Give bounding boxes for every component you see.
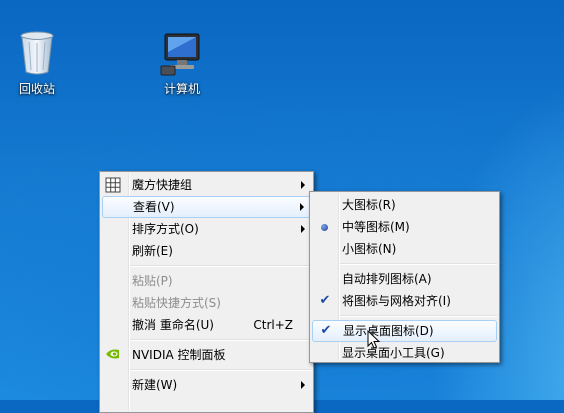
- menu-item-new[interactable]: 新建(W): [100, 374, 313, 396]
- menu-item-view[interactable]: 查看(V): [102, 196, 311, 218]
- desktop-context-menu: 魔方快捷组 查看(V) 排序方式(O) 刷新(E) 粘贴(P) 粘贴快捷方式(S…: [99, 171, 314, 413]
- menu-item-label: 中等图标(M): [342, 220, 410, 234]
- nvidia-icon: [106, 349, 119, 359]
- menu-item-label: 小图标(N): [342, 242, 397, 256]
- menu-item-label: 显示桌面小工具(G): [342, 346, 445, 360]
- desktop-icon-computer[interactable]: 计算机: [145, 30, 219, 97]
- menu-item-show-desktop-icons[interactable]: ✔ 显示桌面图标(D): [312, 320, 497, 342]
- menu-separator: [340, 315, 497, 317]
- menu-item-label: 新建(W): [132, 378, 178, 392]
- menu-item-label: 查看(V): [133, 200, 175, 214]
- menu-item-refresh[interactable]: 刷新(E): [100, 240, 313, 262]
- menu-item-mofang[interactable]: 魔方快捷组: [100, 174, 313, 196]
- view-submenu: 大图标(R) 中等图标(M) 小图标(N) 自动排列图标(A) ✔ 将图标与网格…: [309, 191, 500, 363]
- menu-item-align-to-grid[interactable]: ✔ 将图标与网格对齐(I): [310, 290, 499, 312]
- menu-item-label: 将图标与网格对齐(I): [342, 294, 451, 308]
- checkmark-icon: ✔: [320, 323, 332, 338]
- menu-item-label: 魔方快捷组: [132, 178, 193, 192]
- submenu-arrow-icon: [301, 381, 305, 389]
- menu-item-label: 大图标(R): [342, 198, 396, 212]
- menu-item-label: 撤消 重命名(U): [132, 318, 214, 332]
- submenu-arrow-icon: [301, 181, 305, 189]
- recycle-bin-icon: [20, 31, 54, 75]
- menu-item-paste: 粘贴(P): [100, 270, 313, 292]
- menu-item-label: NVIDIA 控制面板: [132, 348, 226, 362]
- menu-separator: [340, 263, 497, 265]
- menu-item-paste-shortcut: 粘贴快捷方式(S): [100, 292, 313, 314]
- menu-item-auto-arrange[interactable]: 自动排列图标(A): [310, 268, 499, 290]
- desktop-icon-recycle-bin[interactable]: 回收站: [0, 30, 74, 97]
- computer-icon: [160, 33, 200, 76]
- menu-item-label: 粘贴快捷方式(S): [132, 296, 221, 310]
- menu-item-label: 刷新(E): [132, 244, 173, 258]
- menu-item-label: 自动排列图标(A): [342, 272, 432, 286]
- menu-item-small-icons[interactable]: 小图标(N): [310, 238, 499, 260]
- desktop-icon-label: 计算机: [163, 82, 200, 96]
- menu-separator: [130, 339, 311, 341]
- submenu-arrow-icon: [300, 203, 304, 211]
- submenu-arrow-icon: [301, 225, 305, 233]
- menu-separator: [130, 265, 311, 267]
- menu-item-sort-by[interactable]: 排序方式(O): [100, 218, 313, 240]
- menu-item-shortcut: Ctrl+Z: [253, 318, 293, 332]
- menu-item-label: 排序方式(O): [132, 222, 199, 236]
- menu-item-label: 粘贴(P): [132, 274, 173, 288]
- menu-item-label: 显示桌面图标(D): [343, 324, 434, 338]
- menu-separator: [130, 369, 311, 371]
- menu-item-medium-icons[interactable]: 中等图标(M): [310, 216, 499, 238]
- grid-icon: [105, 177, 121, 193]
- mouse-cursor-icon: [367, 330, 381, 349]
- menu-item-show-desktop-gadgets[interactable]: 显示桌面小工具(G): [310, 342, 499, 364]
- menu-item-nvidia-control-panel[interactable]: NVIDIA 控制面板: [100, 344, 313, 366]
- checkmark-icon: ✔: [319, 293, 331, 308]
- radio-bullet-icon: [321, 224, 328, 231]
- menu-item-large-icons[interactable]: 大图标(R): [310, 194, 499, 216]
- desktop-icon-label: 回收站: [18, 82, 55, 96]
- menu-item-undo-rename[interactable]: 撤消 重命名(U) Ctrl+Z: [100, 314, 313, 336]
